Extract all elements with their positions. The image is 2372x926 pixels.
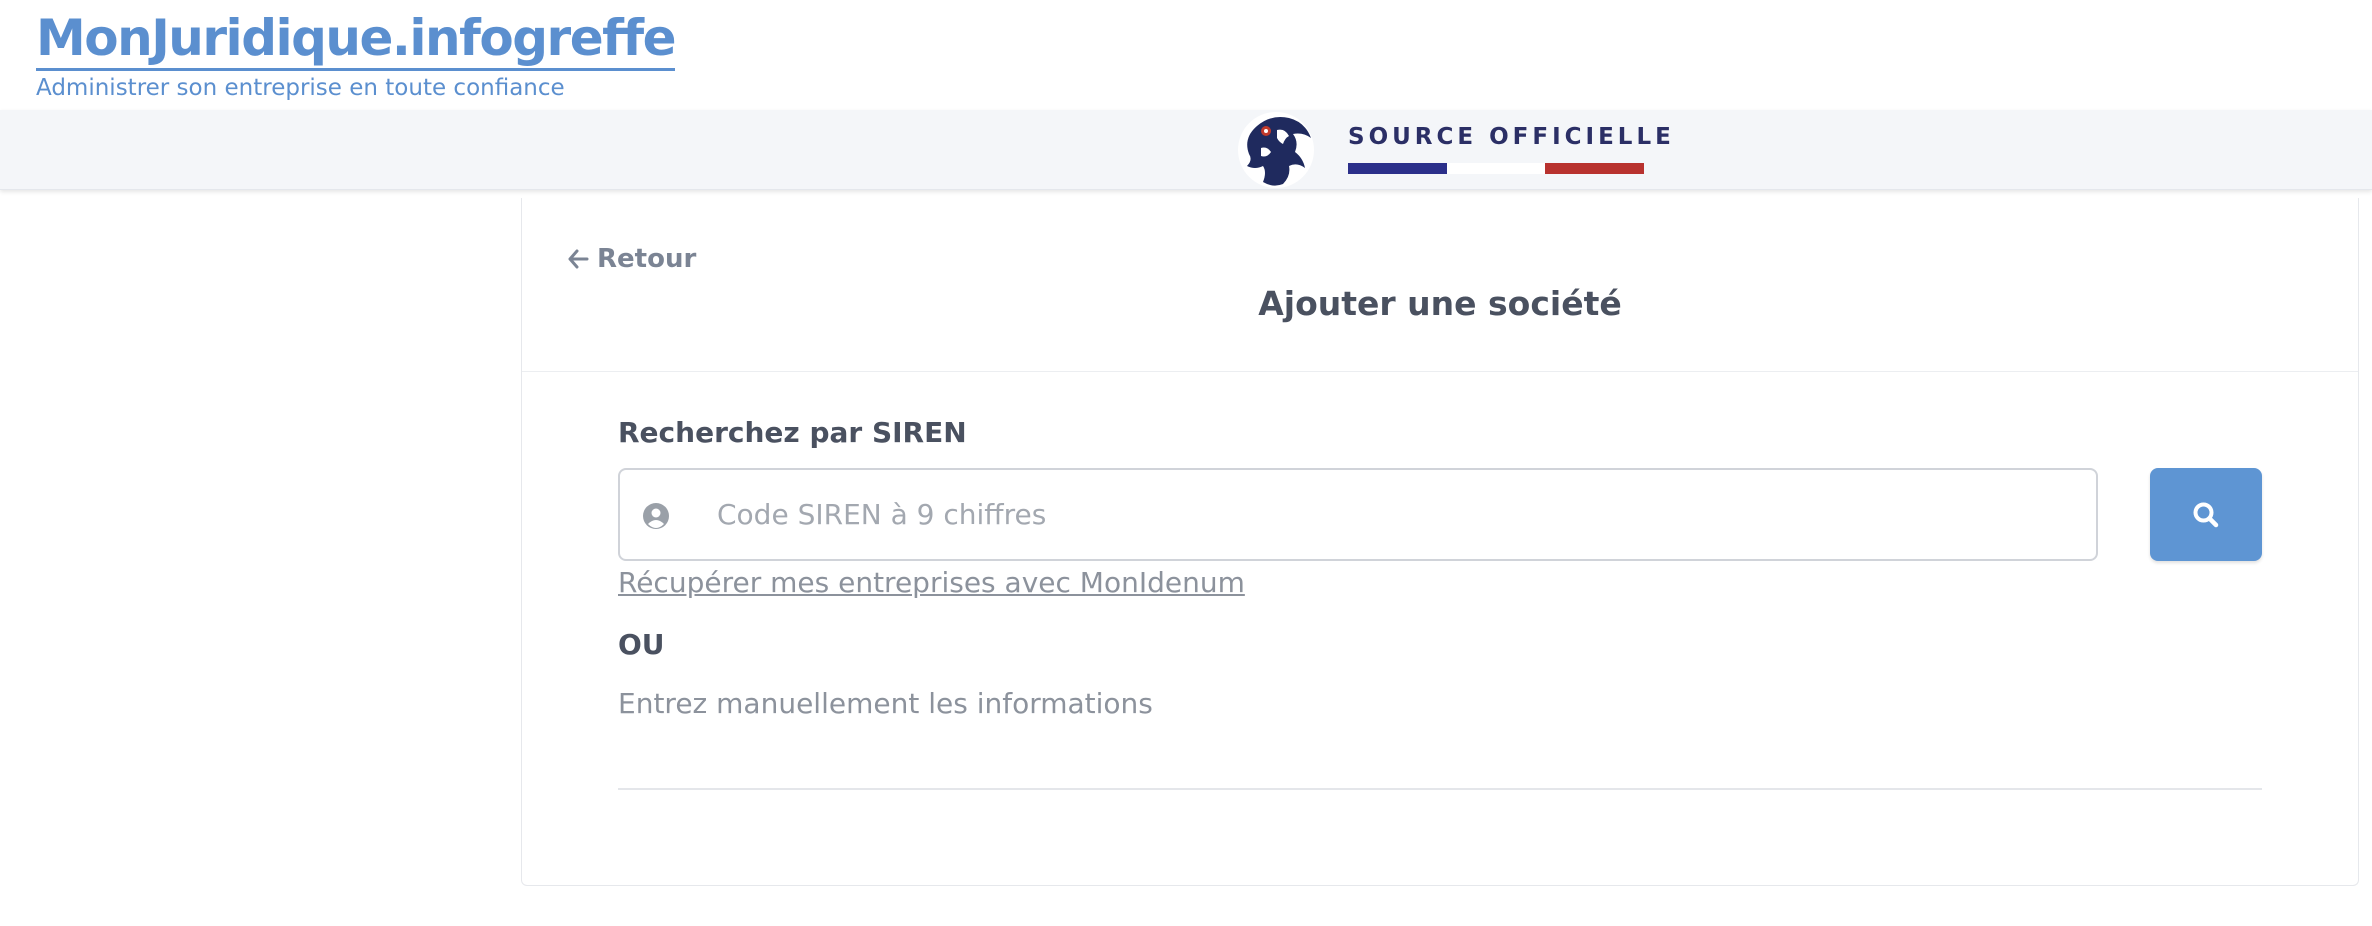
- top-header: MonJuridique.infogreffe Administrer son …: [0, 0, 2372, 110]
- page-title: Ajouter une société: [1258, 284, 1622, 323]
- flag-stripe-blue: [1348, 163, 1447, 174]
- flag-stripe-red: [1545, 163, 1645, 174]
- search-button[interactable]: [2150, 468, 2262, 561]
- official-source-text: SOURCE OFFICIELLE: [1348, 124, 1675, 150]
- monidenum-link[interactable]: Récupérer mes entreprises avec MonIdenum: [618, 566, 1245, 599]
- siren-search-label: Recherchez par SIREN: [618, 416, 967, 449]
- user-circle-icon: [643, 503, 669, 529]
- bottom-divider: [618, 788, 2262, 790]
- marianne-logo-icon: [1238, 112, 1314, 188]
- manual-entry-link[interactable]: Entrez manuellement les informations: [618, 687, 1153, 720]
- brand-tagline: Administrer son entreprise en toute conf…: [36, 75, 565, 101]
- search-icon: [2193, 502, 2219, 527]
- official-source-banner: [0, 110, 2372, 190]
- card-header-divider: [522, 371, 2358, 372]
- siren-field: [618, 468, 2098, 561]
- or-separator-label: OU: [618, 628, 665, 661]
- back-link-label: Retour: [597, 244, 697, 274]
- french-flag-stripe: [1348, 163, 1645, 174]
- brand-title: MonJuridique.infogreffe: [36, 8, 677, 71]
- flag-stripe-white: [1446, 163, 1546, 174]
- arrow-left-icon: [568, 249, 589, 269]
- brand-logo[interactable]: MonJuridique.infogreffe Administrer son …: [36, 8, 677, 103]
- siren-input[interactable]: [715, 470, 2085, 559]
- back-link[interactable]: Retour: [567, 244, 696, 274]
